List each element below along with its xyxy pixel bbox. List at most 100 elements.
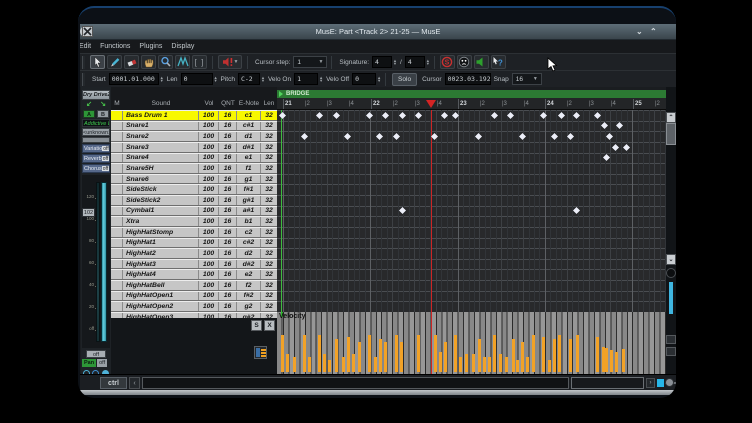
drum-row[interactable]: HighHatOpen110016f#232 [111,291,277,302]
drum-row[interactable]: HighHat310016d#232 [111,259,277,270]
velocity-bar[interactable] [358,342,361,372]
velocity-bar[interactable] [439,352,442,372]
toolbar-handle[interactable] [82,56,85,69]
velocity-scroll-box[interactable] [666,335,676,344]
drum-row[interactable]: HighHatOpen210016g232 [111,301,277,312]
velocity-bar[interactable] [512,339,515,372]
mute-cell[interactable] [111,281,123,290]
patch-preset-button[interactable]: Dry Drive2 [82,90,110,100]
drum-row[interactable]: Bass Drum 110016c132 [111,110,277,121]
mute-cell[interactable] [111,132,123,141]
velocity-bar[interactable] [323,354,326,372]
mute-cell[interactable] [111,292,123,301]
mute-cell[interactable] [111,111,123,120]
menu-item-display[interactable]: Display [171,43,203,50]
whats-this-button[interactable]: ? [491,55,506,69]
drum-row[interactable]: HighHat210016d232 [111,248,277,259]
velocity-bar[interactable] [493,335,496,372]
menu-item-functions[interactable]: Functions [100,43,139,50]
velocity-bar[interactable] [558,335,561,372]
velocity-bar[interactable] [342,357,345,372]
scroll-down-button[interactable]: ⌄ [666,254,676,265]
controller-list-icon[interactable] [254,346,267,359]
mute-cell[interactable] [111,239,123,248]
pan-control[interactable]: Pan off [82,359,110,367]
patch-name-button[interactable]: <unknown> [82,128,110,136]
velocity-bar[interactable] [532,335,535,372]
velocity-bar[interactable] [488,357,491,372]
velocity-bar[interactable] [576,335,579,372]
variation-send-control[interactable]: Variatio off [82,144,110,153]
chorus-send-control[interactable]: Chorus off [82,164,110,173]
mute-cell[interactable] [111,122,123,131]
drum-row[interactable]: HighHatBell10016f232 [111,280,277,291]
drum-row[interactable]: SideStick10016f#132 [111,184,277,195]
velocity-bar[interactable] [516,360,519,372]
menu-item-plugins[interactable]: Plugins [139,43,171,50]
velocity-bar[interactable] [465,354,468,372]
drum-row[interactable]: HighHat110016c#232 [111,238,277,249]
velocity-bar[interactable] [478,339,481,372]
velocity-bar[interactable] [347,337,350,372]
velocity-bar[interactable] [610,350,613,372]
zoom-tool-button[interactable] [158,55,173,69]
drum-row[interactable]: Snare310016d#132 [111,142,277,153]
signature-denominator-field[interactable]: 4 [405,56,425,68]
velocity-bar[interactable] [395,335,398,372]
velocity-bar[interactable] [434,335,437,372]
step-record-button[interactable]: S [440,55,455,69]
volume-value-box[interactable]: off [86,350,106,358]
mute-cell[interactable] [111,207,123,216]
velocity-bar[interactable] [548,360,551,372]
scroll-up-button[interactable]: ⌃ [666,112,676,123]
drum-event-grid[interactable] [277,110,666,312]
velocity-bar[interactable] [352,354,355,372]
pointer-tool-button[interactable] [90,55,105,69]
velocity-bar[interactable] [622,349,625,372]
velocity-bar[interactable] [318,335,321,372]
start-field[interactable]: 0001.01.000 [109,73,159,85]
velocity-scroll-box2[interactable] [666,347,676,356]
velocity-bar[interactable] [483,357,486,372]
len-field[interactable]: 0 [181,73,213,85]
len-spinner[interactable]: ▲▼ [214,76,218,83]
mute-cell[interactable] [111,260,123,269]
bank-b-button[interactable]: B [97,110,109,118]
velocity-bar[interactable] [472,354,475,372]
vertical-zoom-slider[interactable] [669,282,673,314]
vertical-zoom-knob[interactable] [666,268,676,278]
panic-button[interactable] [457,55,472,69]
velocity-bar[interactable] [553,339,556,372]
marker-strip[interactable]: BRIDGE [277,90,666,98]
mute-cell[interactable] [111,302,123,311]
velocity-bar[interactable] [605,348,608,372]
close-pane-x-button[interactable]: X [264,320,275,331]
signature-denominator-spinner[interactable]: ▲▼ [426,59,430,66]
horizontal-zoom-knob[interactable] [665,378,674,387]
menu-item-edit[interactable]: Edit [80,43,100,50]
velo-off-spinner[interactable]: ▲▼ [377,76,381,83]
velocity-bar[interactable] [417,335,420,372]
velocity-bar[interactable] [499,354,502,372]
velocity-bar[interactable] [286,354,289,372]
scroll-left-button[interactable]: ‹ [129,377,140,389]
volume-fader[interactable] [101,182,107,342]
velocity-bar[interactable] [303,335,306,372]
pencil-tool-button[interactable] [107,55,122,69]
mute-cell[interactable] [111,185,123,194]
velo-on-spinner[interactable]: ▲▼ [319,76,323,83]
bank-a-button[interactable]: A [83,110,95,118]
pitch-spinner[interactable]: ▲▼ [261,76,265,83]
velocity-bar[interactable] [615,352,618,372]
range-tool-button[interactable]: [ ] [192,55,207,69]
velocity-bar[interactable] [308,357,311,372]
velo-on-field[interactable]: 1 [294,73,318,85]
drum-row[interactable]: SideStick210016g#132 [111,195,277,206]
mute-cell[interactable] [111,196,123,205]
drum-row[interactable]: Snare110016c#132 [111,121,277,132]
playhead-marker-icon[interactable] [426,100,436,108]
velocity-bar[interactable] [444,342,447,372]
velocity-bar[interactable] [521,342,524,372]
scroll-right-button[interactable]: › [646,378,655,388]
drum-row[interactable]: Xtra10016b132 [111,216,277,227]
